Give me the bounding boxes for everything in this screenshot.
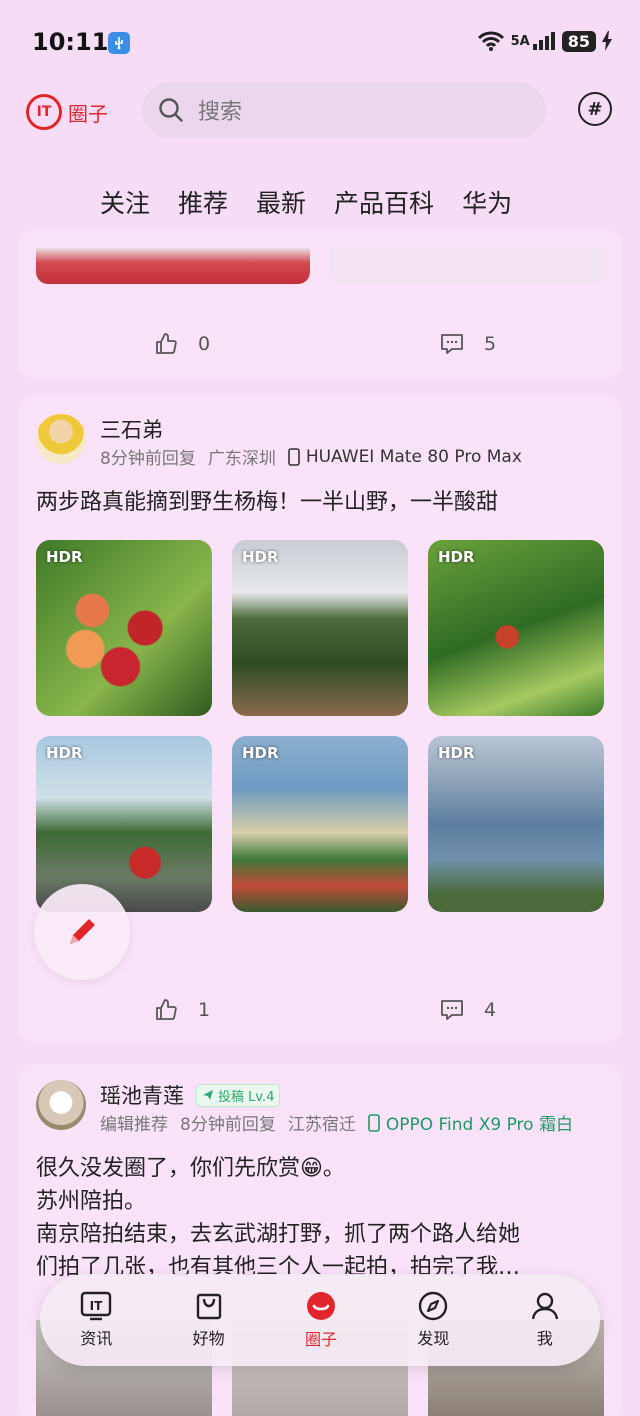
comment-button[interactable]: 5 bbox=[440, 332, 496, 356]
avatar[interactable] bbox=[36, 414, 86, 464]
signal-icon bbox=[532, 32, 555, 50]
compass-icon bbox=[419, 1291, 448, 1321]
comment-count: 4 bbox=[484, 999, 497, 1021]
hdr-badge: HDR bbox=[242, 548, 279, 566]
tab-product-wiki[interactable]: 产品百科 bbox=[334, 184, 434, 220]
search-icon bbox=[159, 98, 183, 122]
nav-label: 圈子 bbox=[304, 1330, 337, 1349]
tab-follow[interactable]: 关注 bbox=[100, 184, 150, 220]
comment-icon bbox=[441, 1000, 463, 1020]
search-placeholder: 搜索 bbox=[198, 100, 243, 125]
contributor-badge: 投稿 Lv.4 bbox=[196, 1083, 281, 1107]
post-text[interactable]: 很久没发圈了，你们先欣赏😁。 苏州陪拍。 南京陪拍结束，去玄武湖打野，抓了两个路… bbox=[36, 1152, 610, 1284]
post-photo[interactable]: HDR bbox=[36, 540, 212, 716]
post-meta: 8分钟前回复 广东深圳 HUAWEI Mate 80 Pro Max bbox=[100, 444, 522, 470]
hdr-badge: HDR bbox=[242, 744, 279, 762]
thumbs-up-icon bbox=[156, 333, 177, 354]
status-time: 10:11 bbox=[32, 28, 109, 56]
post-photo[interactable]: HDR bbox=[36, 736, 212, 912]
svg-text:IT: IT bbox=[90, 1299, 103, 1313]
nav-label: 好物 bbox=[192, 1329, 225, 1348]
hash-icon: # bbox=[587, 98, 603, 120]
editor-pick-label: 编辑推荐 bbox=[100, 1115, 168, 1135]
like-count: 1 bbox=[198, 999, 211, 1021]
usb-icon bbox=[108, 32, 130, 54]
nav-circle[interactable]: 圈子 bbox=[305, 1290, 337, 1350]
thumbs-up-icon bbox=[156, 999, 177, 1020]
post-photo[interactable]: HDR bbox=[232, 540, 408, 716]
comment-icon bbox=[441, 334, 463, 354]
nav-discover[interactable]: 发现 bbox=[417, 1291, 449, 1349]
circle-smile-icon bbox=[306, 1292, 335, 1320]
topic-hash-button[interactable]: # bbox=[578, 92, 612, 126]
post-text-line: 很久没发圈了，你们先欣赏😁。 bbox=[36, 1156, 345, 1181]
post-location: 江苏宿迁 bbox=[287, 1115, 356, 1135]
device-label: HUAWEI Mate 80 Pro Max bbox=[288, 447, 522, 467]
phone-icon bbox=[368, 1113, 380, 1132]
device-label: OPPO Find X9 Pro 霜白 bbox=[368, 1110, 573, 1135]
nav-label: 发现 bbox=[417, 1329, 450, 1348]
post-text-line: 苏州陪拍。 bbox=[36, 1189, 147, 1214]
device-name: HUAWEI Mate 80 Pro Max bbox=[305, 446, 522, 467]
network-label: 5A bbox=[510, 33, 530, 49]
bottom-nav: IT 资讯 好物 圈子 发现 我 bbox=[40, 1274, 600, 1366]
post-time: 8分钟前回复 bbox=[100, 449, 196, 469]
wifi-icon bbox=[477, 31, 504, 51]
person-icon bbox=[531, 1292, 558, 1320]
hdr-badge: HDR bbox=[438, 548, 475, 566]
hdr-badge: HDR bbox=[438, 744, 475, 762]
hdr-badge: HDR bbox=[46, 548, 83, 566]
search-input[interactable]: 搜索 bbox=[142, 82, 546, 138]
username[interactable]: 三石弟 bbox=[100, 414, 163, 444]
comment-count: 5 bbox=[484, 333, 497, 355]
app-logo[interactable]: IT 圈子 bbox=[26, 94, 108, 130]
nav-news[interactable]: IT 资讯 bbox=[80, 1291, 112, 1349]
status-icons: 5A 85 bbox=[477, 30, 612, 52]
post-photo[interactable]: HDR bbox=[428, 540, 604, 716]
post-photo[interactable]: HDR bbox=[232, 736, 408, 912]
post-text[interactable]: 两步路真能摘到野生杨梅！一半山野，一半酸甜 bbox=[36, 486, 498, 519]
pencil-icon bbox=[70, 919, 95, 944]
post-meta: 编辑推荐 8分钟前回复 江苏宿迁 OPPO Find X9 Pro 霜白 bbox=[100, 1110, 573, 1135]
like-count: 0 bbox=[198, 333, 211, 355]
tab-recommend[interactable]: 推荐 bbox=[178, 184, 228, 220]
it-news-icon: IT bbox=[80, 1291, 112, 1321]
it-logo-icon: IT bbox=[26, 94, 62, 130]
avatar[interactable] bbox=[36, 1080, 86, 1130]
tab-huawei[interactable]: 华为 bbox=[462, 184, 512, 220]
like-button[interactable]: 1 bbox=[154, 998, 210, 1022]
nav-label: 资讯 bbox=[80, 1329, 113, 1348]
tab-latest[interactable]: 最新 bbox=[256, 184, 306, 220]
like-button[interactable]: 0 bbox=[154, 332, 210, 356]
post-image[interactable] bbox=[330, 248, 604, 284]
post-text-line: 南京陪拍结束，去玄武湖打野，抓了两个路人给她 bbox=[36, 1222, 521, 1247]
post-image[interactable] bbox=[36, 248, 310, 284]
send-icon bbox=[203, 1090, 213, 1100]
device-name: OPPO Find X9 Pro 霜白 bbox=[385, 1115, 573, 1135]
compose-button[interactable] bbox=[34, 884, 130, 980]
hdr-badge: HDR bbox=[46, 744, 83, 762]
charging-icon bbox=[602, 31, 612, 51]
post-location: 广东深圳 bbox=[207, 449, 276, 469]
username[interactable]: 瑶池青莲 bbox=[100, 1080, 184, 1110]
post-time: 8分钟前回复 bbox=[180, 1115, 276, 1135]
comment-button[interactable]: 4 bbox=[440, 998, 496, 1022]
logo-text: 圈子 bbox=[68, 101, 108, 126]
phone-icon bbox=[288, 447, 300, 466]
user-row: 瑶池青莲 投稿 Lv.4 bbox=[100, 1080, 281, 1110]
nav-label: 我 bbox=[536, 1329, 553, 1348]
nav-goods[interactable]: 好物 bbox=[193, 1291, 225, 1349]
tab-bar: 关注 推荐 最新 产品百科 华为 bbox=[100, 184, 512, 220]
shopping-bag-icon bbox=[196, 1293, 221, 1320]
nav-me[interactable]: 我 bbox=[530, 1291, 560, 1349]
post-photo[interactable]: HDR bbox=[428, 736, 604, 912]
battery-level: 85 bbox=[561, 30, 596, 52]
contributor-level: 投稿 Lv.4 bbox=[218, 1089, 275, 1105]
